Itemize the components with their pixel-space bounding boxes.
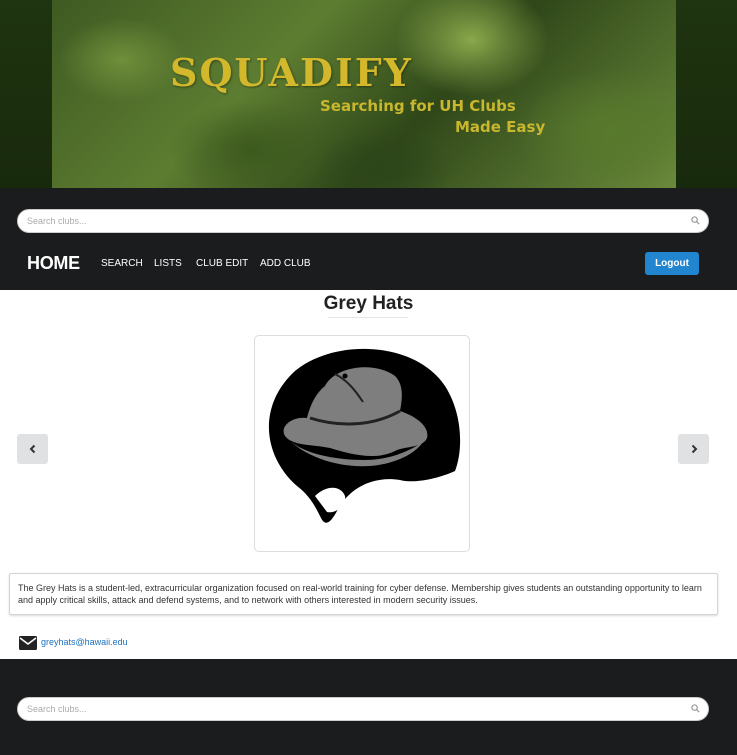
carousel-next-button[interactable] — [678, 434, 709, 464]
search-bar-top — [17, 209, 709, 233]
carousel-prev-button[interactable] — [17, 434, 48, 464]
club-email-link[interactable]: greyhats@hawaii.edu — [41, 637, 128, 647]
nav-search-link[interactable]: SEARCH — [101, 258, 143, 269]
club-title: Grey Hats — [323, 293, 414, 314]
brand-tagline-line2: Made Easy — [455, 118, 546, 136]
club-logo-card — [254, 335, 470, 552]
search-bar-bottom — [17, 697, 709, 721]
nav-lists-link[interactable]: LISTS — [154, 258, 182, 269]
nav-club-edit-link[interactable]: CLUB EDIT — [196, 258, 248, 269]
grey-hat-logo — [268, 348, 461, 523]
nav-home-link[interactable]: HOME — [27, 253, 80, 274]
banner-side-right — [676, 0, 737, 188]
chevron-left-icon — [29, 444, 35, 454]
main-nav: HOME SEARCH LISTS CLUB EDIT ADD CLUB Log… — [0, 240, 737, 290]
banner-side-left — [0, 0, 52, 188]
header-banner: SQUADIFY Searching for UH Clubs Made Eas… — [0, 0, 737, 188]
club-description: The Grey Hats is a student-led, extracur… — [9, 573, 718, 615]
search-icon[interactable] — [691, 704, 700, 713]
brand-title: SQUADIFY — [170, 50, 413, 95]
brand-tagline-line1: Searching for UH Clubs — [320, 97, 516, 115]
search-input-bottom[interactable] — [27, 698, 677, 720]
nav-add-club-link[interactable]: ADD CLUB — [260, 258, 311, 269]
logout-button[interactable]: Logout — [645, 252, 699, 275]
title-divider — [328, 317, 408, 318]
club-detail-section: Grey Hats The Grey Hats is a student-led… — [0, 290, 737, 659]
search-icon[interactable] — [691, 216, 700, 225]
search-input-top[interactable] — [27, 210, 677, 232]
envelope-icon — [19, 636, 37, 650]
chevron-right-icon — [691, 444, 697, 454]
